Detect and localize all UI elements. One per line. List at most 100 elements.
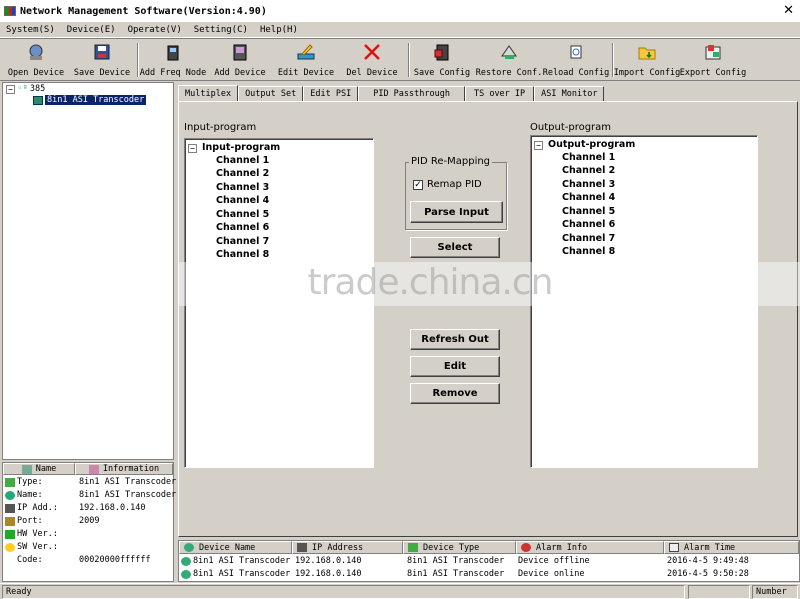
- close-icon[interactable]: ✕: [783, 3, 794, 18]
- info-row-name: SW Ver.:: [17, 542, 58, 552]
- parse-input-button[interactable]: Parse Input: [410, 201, 503, 223]
- tab-edit-psi[interactable]: Edit PSI: [303, 86, 359, 101]
- information-icon: [88, 464, 99, 474]
- import-config-button[interactable]: Import Config: [614, 41, 680, 79]
- output-channel[interactable]: Channel 5: [562, 206, 615, 217]
- reload-config-button[interactable]: Reload Config: [542, 41, 610, 79]
- collapse-icon[interactable]: −: [188, 144, 197, 153]
- device-icon: [33, 95, 43, 105]
- reload-config-icon: [565, 41, 587, 63]
- alarm-cell: 8in1 ASI Transcoder: [407, 556, 505, 566]
- pid-remapping-label: PID Re-Mapping: [409, 156, 493, 167]
- menu-bar: System(S) Device(E) Operate(V) Setting(C…: [0, 22, 800, 38]
- alarm-header-alarm-info[interactable]: Alarm Info: [516, 541, 664, 554]
- network-icon: ◦ᵍ: [17, 84, 28, 94]
- status-bar: Ready Number: [0, 583, 800, 599]
- info-row-value: 2009: [79, 516, 100, 526]
- save-config-button[interactable]: Save Config: [414, 41, 470, 79]
- remap-pid-checkbox[interactable]: ✓ Remap PID: [413, 179, 482, 190]
- menu-setting[interactable]: Setting(C): [194, 25, 248, 35]
- name-field-icon: [5, 490, 15, 500]
- output-program-root[interactable]: Output-program: [548, 139, 635, 150]
- input-channel[interactable]: Channel 1: [216, 155, 269, 166]
- export-config-icon: [702, 41, 724, 63]
- menu-device[interactable]: Device(E): [67, 25, 116, 35]
- tab-output-set[interactable]: Output Set: [238, 86, 304, 101]
- alarm-row[interactable]: 8in1 ASI Transcoder: [181, 556, 290, 566]
- output-channel[interactable]: Channel 7: [562, 233, 615, 244]
- open-device-icon: [25, 41, 47, 63]
- input-channel[interactable]: Channel 2: [216, 168, 269, 179]
- alarm-cell: 192.168.0.140: [295, 556, 362, 566]
- alarm-row[interactable]: 8in1 ASI Transcoder: [181, 569, 290, 579]
- menu-system[interactable]: System(S): [6, 25, 55, 35]
- tab-pid-passthrough[interactable]: PID Passthrough: [358, 86, 465, 101]
- status-panel-empty: [688, 585, 750, 599]
- alarm-cell: Device online: [518, 569, 585, 579]
- input-program-label: Input-program: [184, 122, 257, 133]
- output-channel[interactable]: Channel 3: [562, 179, 615, 190]
- output-channel[interactable]: Channel 6: [562, 219, 615, 230]
- toolbar-label: Restore Conf.: [475, 68, 543, 78]
- alarm-header-device-name[interactable]: Device Name: [179, 541, 292, 554]
- edit-device-button[interactable]: Edit Device: [278, 41, 334, 79]
- toolbar-label: Add Freq Node: [139, 68, 207, 78]
- device-tree: − ◦ᵍ 385 8in1 ASI Transcoder: [2, 82, 174, 460]
- alarm-header-label: Device Type: [423, 542, 480, 553]
- alarm-header-ip[interactable]: IP Address: [292, 541, 403, 554]
- info-row-name: Name:: [17, 490, 43, 500]
- edit-device-icon: [295, 41, 317, 63]
- restore-config-button[interactable]: Restore Conf.: [475, 41, 543, 79]
- alarm-cell: 192.168.0.140: [295, 569, 362, 579]
- tree-item-device[interactable]: 8in1 ASI Transcoder: [33, 95, 147, 105]
- select-button[interactable]: Select: [410, 237, 500, 258]
- tab-multiplex[interactable]: Multiplex: [178, 85, 239, 101]
- info-row-name: Port:: [17, 516, 43, 526]
- port-icon: [5, 516, 15, 526]
- window-title: Network Management Software(Version:4.90…: [20, 5, 267, 17]
- remove-button[interactable]: Remove: [410, 383, 500, 404]
- collapse-icon[interactable]: −: [534, 141, 543, 150]
- info-row-name: IP Add.:: [17, 503, 58, 513]
- open-device-button[interactable]: Open Device: [8, 41, 64, 79]
- add-device-button[interactable]: Add Device: [212, 41, 268, 79]
- tab-asi-monitor[interactable]: ASI Monitor: [534, 86, 605, 101]
- type-icon: [5, 477, 15, 487]
- toolbar-label: Reload Config: [542, 68, 610, 78]
- alarm-header-label: Device Name: [199, 542, 256, 553]
- output-channel[interactable]: Channel 1: [562, 152, 615, 163]
- collapse-icon[interactable]: −: [6, 84, 15, 94]
- toolbar-separator: [408, 43, 410, 77]
- menu-help[interactable]: Help(H): [260, 25, 298, 35]
- input-program-root[interactable]: Input-program: [202, 142, 280, 153]
- tab-ts-over-ip[interactable]: TS over IP: [464, 86, 535, 101]
- info-row-name: Type:: [17, 477, 43, 487]
- input-channel[interactable]: Channel 5: [216, 209, 269, 220]
- input-channel[interactable]: Channel 8: [216, 249, 269, 260]
- info-row-name-field: Name:: [5, 490, 43, 500]
- info-row-name: HW Ver.:: [17, 529, 58, 539]
- input-channel[interactable]: Channel 6: [216, 222, 269, 233]
- alarm-header-alarm-time[interactable]: Alarm Time: [664, 541, 799, 554]
- info-row-ip: IP Add.:: [5, 503, 58, 513]
- export-config-button[interactable]: Export Config: [679, 41, 747, 79]
- output-channel[interactable]: Channel 4: [562, 192, 615, 203]
- refresh-out-button[interactable]: Refresh Out: [410, 329, 500, 350]
- toolbar-label: Export Config: [679, 68, 747, 78]
- delete-device-button[interactable]: Del Device: [344, 41, 400, 79]
- edit-button[interactable]: Edit: [410, 356, 500, 377]
- alarm-cell: 2016-4-5 9:50:28: [667, 569, 749, 579]
- tree-root[interactable]: − ◦ᵍ 385: [6, 84, 45, 94]
- input-channel[interactable]: Channel 3: [216, 182, 269, 193]
- output-channel[interactable]: Channel 8: [562, 246, 615, 257]
- info-header-label: Name: [35, 464, 57, 474]
- input-channel[interactable]: Channel 4: [216, 195, 269, 206]
- input-channel[interactable]: Channel 7: [216, 236, 269, 247]
- output-channel[interactable]: Channel 2: [562, 165, 615, 176]
- add-freq-node-button[interactable]: Add Freq Node: [139, 41, 207, 79]
- toolbar-label: Add Device: [214, 68, 266, 78]
- menu-operate[interactable]: Operate(V): [128, 25, 182, 35]
- alarm-header-device-type[interactable]: Device Type: [403, 541, 516, 554]
- save-device-button[interactable]: Save Device: [74, 41, 130, 79]
- alarm-header-label: Alarm Info: [536, 542, 588, 553]
